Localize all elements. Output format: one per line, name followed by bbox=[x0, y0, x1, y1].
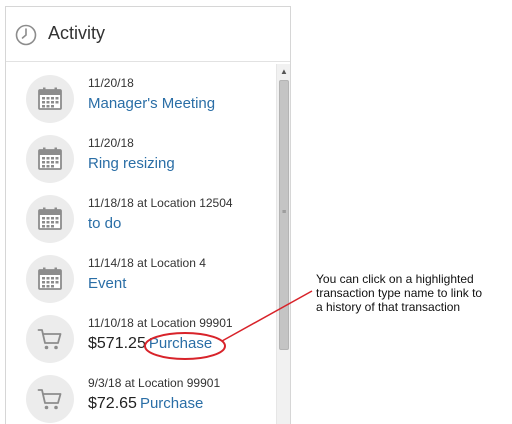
transaction-type-link[interactable]: Purchase bbox=[149, 335, 212, 352]
transaction-type-link[interactable]: Ring resizing bbox=[88, 155, 175, 172]
shopping-cart-icon bbox=[37, 389, 62, 410]
transaction-type-link[interactable]: to do bbox=[88, 215, 121, 232]
scroll-up-arrow-icon[interactable]: ▲ bbox=[277, 66, 291, 78]
shopping-cart-icon bbox=[37, 329, 62, 350]
activity-list: 11/20/18 Manager's Meeting 11/20/18 Ring… bbox=[6, 64, 276, 424]
transaction-amount: $571.25 bbox=[88, 335, 146, 352]
item-date: 11/20/18 bbox=[88, 136, 134, 150]
item-date: 11/10/18 at Location 99901 bbox=[88, 316, 233, 330]
item-line: $571.25 Purchase bbox=[88, 335, 212, 353]
activity-item: 11/18/18 at Location 12504 to do bbox=[6, 195, 276, 253]
clock-icon bbox=[15, 24, 37, 46]
activity-item: 11/20/18 Manager's Meeting bbox=[6, 75, 276, 133]
item-line: Ring resizing bbox=[88, 155, 175, 173]
callout-note: You can click on a highlighted transacti… bbox=[316, 272, 483, 314]
transaction-type-link[interactable]: Manager's Meeting bbox=[88, 95, 215, 112]
calendar-icon-circle bbox=[26, 135, 74, 183]
panel-title: Activity bbox=[48, 23, 106, 43]
calendar-icon bbox=[38, 87, 62, 110]
item-date: 11/14/18 at Location 4 bbox=[88, 256, 206, 270]
activity-panel: Activity 11/20/18 Manager's Meeting 11/2… bbox=[5, 6, 291, 424]
list-scrollbar[interactable]: ▲ ≡ bbox=[276, 64, 290, 424]
activity-item: 11/20/18 Ring resizing bbox=[6, 135, 276, 193]
calendar-icon bbox=[38, 207, 62, 230]
item-date: 9/3/18 at Location 99901 bbox=[88, 376, 221, 390]
cart-icon-circle bbox=[26, 315, 74, 363]
transaction-type-link[interactable]: Purchase bbox=[140, 395, 203, 412]
item-date: 11/18/18 at Location 12504 bbox=[88, 196, 233, 210]
calendar-icon-circle bbox=[26, 255, 74, 303]
transaction-type-link[interactable]: Event bbox=[88, 275, 126, 292]
activity-item: 11/14/18 at Location 4 Event bbox=[6, 255, 276, 313]
item-line: $72.65 Purchase bbox=[88, 395, 203, 413]
cart-icon-circle bbox=[26, 375, 74, 423]
activity-item: 9/3/18 at Location 99901 $72.65 Purchase bbox=[6, 375, 276, 424]
item-date: 11/20/18 bbox=[88, 76, 134, 90]
calendar-icon bbox=[38, 267, 62, 290]
calendar-icon-circle bbox=[26, 195, 74, 243]
item-line: to do bbox=[88, 215, 121, 233]
scroll-thumb[interactable]: ≡ bbox=[279, 80, 289, 350]
activity-item: 11/10/18 at Location 99901 $571.25 Purcha… bbox=[6, 315, 276, 373]
item-line: Manager's Meeting bbox=[88, 95, 215, 113]
activity-header: Activity bbox=[6, 7, 290, 62]
calendar-icon bbox=[38, 147, 62, 170]
transaction-amount: $72.65 bbox=[88, 395, 137, 412]
item-line: Event bbox=[88, 275, 126, 293]
calendar-icon-circle bbox=[26, 75, 74, 123]
grip-icon: ≡ bbox=[281, 209, 287, 216]
